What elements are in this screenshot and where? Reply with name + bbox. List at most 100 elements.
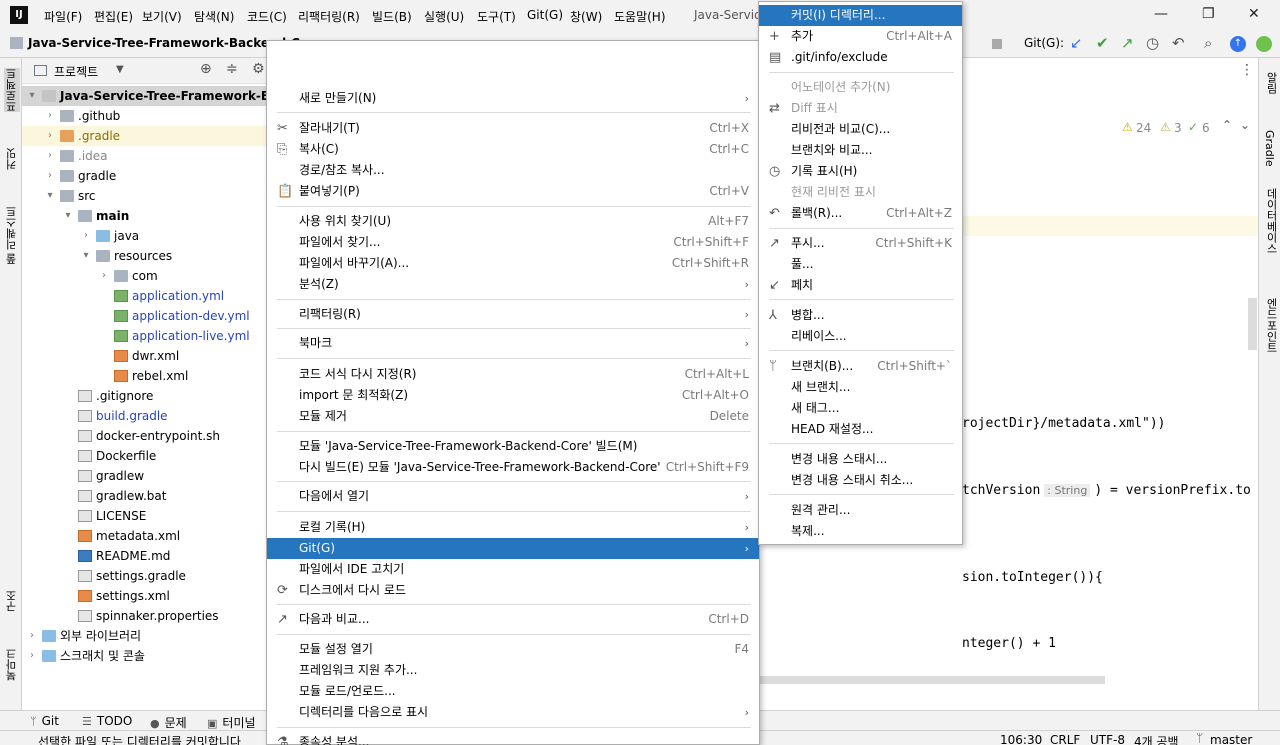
caret-position[interactable]: 106:30 bbox=[1000, 733, 1042, 745]
tree-item[interactable]: dwr.xml bbox=[22, 346, 266, 366]
menu-item[interactable]: 실행(U) bbox=[424, 8, 464, 25]
menu-item[interactable]: 디렉터리를 다음으로 표시 › bbox=[267, 702, 759, 723]
menu-item[interactable]: ⎘ 복사(C) Ctrl+C bbox=[267, 139, 759, 160]
chevron-right-icon[interactable]: › bbox=[44, 166, 56, 186]
typo-count[interactable]: 6 bbox=[1202, 121, 1210, 135]
menu-item[interactable]: 북마크 › bbox=[267, 333, 759, 354]
menu-item[interactable]: 풀... bbox=[759, 254, 962, 275]
chevron-right-icon[interactable]: › bbox=[44, 106, 56, 126]
menu-item[interactable]: 보기(V) bbox=[142, 8, 182, 25]
menu-item[interactable]: ↶ 롤백(R)... Ctrl+Alt+Z bbox=[759, 203, 962, 224]
tree-item[interactable]: › .gradle bbox=[22, 126, 266, 146]
stop-icon[interactable] bbox=[992, 39, 1002, 49]
breadcrumb-project[interactable]: Java-Service-Tree-Framework-Backend-C bbox=[28, 36, 300, 50]
menu-item[interactable]: 프레임워크 지원 추가... bbox=[267, 660, 759, 681]
menu-item[interactable]: 도움말(H) bbox=[614, 8, 666, 25]
menu-item[interactable]: 다음에서 열기 › bbox=[267, 486, 759, 507]
menu-item[interactable]: ✂ 잘라내기(T) Ctrl+X bbox=[267, 118, 759, 139]
menu-item[interactable]: 편집(E) bbox=[94, 8, 133, 25]
search-icon[interactable]: ⌕ bbox=[1204, 34, 1212, 52]
menu-item[interactable]: 파일(F) bbox=[44, 8, 82, 25]
menu-item[interactable]: ↗ 푸시... Ctrl+Shift+K bbox=[759, 233, 962, 254]
chevron-right-icon[interactable]: › bbox=[44, 146, 56, 166]
menu-item[interactable]: import 문 최적화(Z) Ctrl+Alt+O bbox=[267, 385, 759, 406]
rollback-icon[interactable]: ↶ bbox=[1172, 34, 1185, 52]
tree-item[interactable]: › .idea bbox=[22, 146, 266, 166]
menu-item[interactable]: 빌드(B) bbox=[372, 8, 412, 25]
tree-item[interactable]: build.gradle bbox=[22, 406, 266, 426]
tree-item[interactable]: rebel.xml bbox=[22, 366, 266, 386]
menu-item[interactable]: 파일에서 찾기... Ctrl+Shift+F bbox=[267, 232, 759, 253]
tool-tab-endpoints[interactable]: 엔드포인트 bbox=[1263, 298, 1279, 353]
menu-item[interactable]: 복제... bbox=[759, 521, 962, 542]
menu-item[interactable]: 모듈 로드/언로드... bbox=[267, 681, 759, 702]
chevron-down-icon[interactable]: ▾ bbox=[26, 86, 38, 106]
tree-item[interactable]: › .github bbox=[22, 106, 266, 126]
tree-item[interactable]: README.md bbox=[22, 546, 266, 566]
menu-item[interactable]: 원격 관리... bbox=[759, 500, 962, 521]
vertical-scrollbar[interactable] bbox=[1248, 298, 1257, 350]
menu-item[interactable]: 파일에서 바꾸기(A)... Ctrl+Shift+R bbox=[267, 253, 759, 274]
menu-item[interactable]: Git(G) › bbox=[267, 538, 759, 559]
tool-tab-commit[interactable]: 커밋 bbox=[4, 148, 20, 170]
horizontal-scrollbar[interactable] bbox=[760, 676, 1105, 684]
menu-item[interactable]: HEAD 재설정... bbox=[759, 419, 962, 440]
menu-item[interactable]: 다시 빌드(E) 모듈 'Java-Service-Tree-Framework… bbox=[267, 457, 759, 478]
chevron-right-icon[interactable]: › bbox=[26, 626, 38, 646]
plugin-icon[interactable] bbox=[1256, 36, 1272, 52]
menu-item[interactable]: 커밋(I) 디렉터리... bbox=[759, 5, 962, 26]
menu-item[interactable]: 리베이스... bbox=[759, 326, 962, 347]
chevron-right-icon[interactable]: › bbox=[26, 646, 38, 666]
menu-item[interactable]: 리팩터링(R) bbox=[298, 8, 360, 25]
git-branch[interactable]: master bbox=[1210, 733, 1252, 745]
menu-item[interactable]: 📋 붙여넣기(P) Ctrl+V bbox=[267, 181, 759, 202]
update-ide-icon[interactable]: ↑ bbox=[1230, 36, 1246, 52]
menu-item[interactable]: ▤ .git/info/exclude bbox=[759, 47, 962, 68]
tree-item[interactable]: › 스크래치 및 콘솔 bbox=[22, 646, 266, 666]
tree-item[interactable]: spinnaker.properties bbox=[22, 606, 266, 626]
close-icon[interactable]: ✕ bbox=[1248, 6, 1260, 22]
menu-item[interactable]: ⚗ 종속성 분석... bbox=[267, 732, 759, 745]
menu-item[interactable]: 모듈 제거 Delete bbox=[267, 406, 759, 427]
tool-tab-database[interactable]: 데이터베이스 bbox=[1263, 188, 1279, 254]
menu-item[interactable]: ⟳ 디스크에서 다시 로드 bbox=[267, 580, 759, 601]
git-update-icon[interactable]: ↙ bbox=[1070, 34, 1083, 52]
tool-window-tab[interactable]: ● 문제 bbox=[150, 714, 187, 731]
tree-item[interactable]: › com bbox=[22, 266, 266, 286]
tree-item[interactable]: application.yml bbox=[22, 286, 266, 306]
chevron-up-icon[interactable]: ⌃ bbox=[1222, 118, 1232, 132]
menu-item[interactable]: 브랜치와 비교... bbox=[759, 140, 962, 161]
tree-item[interactable]: › gradle bbox=[22, 166, 266, 186]
code-line[interactable]: sion.toInteger()){ bbox=[962, 570, 1258, 585]
target-icon[interactable]: ⊕ bbox=[200, 61, 212, 77]
tree-item[interactable]: application-dev.yml bbox=[22, 306, 266, 326]
tool-window-tab[interactable]: ᛘ Git bbox=[30, 714, 59, 728]
tree-item[interactable]: ▾ resources bbox=[22, 246, 266, 266]
tree-item[interactable]: › 외부 라이브러리 bbox=[22, 626, 266, 646]
menu-item[interactable]: 경로/참조 복사... bbox=[267, 160, 759, 181]
menu-item[interactable]: 리비전과 비교(C)... bbox=[759, 119, 962, 140]
collapse-all-icon[interactable]: ≑ bbox=[226, 61, 238, 77]
project-panel-title[interactable]: 프로젝트 bbox=[54, 63, 98, 80]
tree-item[interactable]: docker-entrypoint.sh bbox=[22, 426, 266, 446]
tree-item[interactable]: settings.gradle bbox=[22, 566, 266, 586]
tree-item[interactable]: settings.xml bbox=[22, 586, 266, 606]
tree-item[interactable]: LICENSE bbox=[22, 506, 266, 526]
git-push-icon[interactable]: ↗ bbox=[1121, 34, 1134, 52]
tool-window-tab[interactable]: ▣ 터미널 bbox=[207, 714, 256, 731]
tree-item[interactable]: ▾ main bbox=[22, 206, 266, 226]
menu-item[interactable]: 코드(C) bbox=[247, 8, 287, 25]
chevron-down-icon[interactable]: ▾ bbox=[44, 186, 56, 206]
code-line[interactable]: rojectDir}/metadata.xml")) bbox=[962, 416, 1258, 431]
code-line[interactable]: tchVersion: String) = versionPrefix.to bbox=[962, 483, 1258, 498]
chevron-down-icon[interactable]: ▾ bbox=[62, 206, 74, 226]
menu-item[interactable]: 도구(T) bbox=[477, 8, 516, 25]
more-options-icon[interactable]: ⋮ bbox=[1240, 62, 1254, 78]
tree-item[interactable]: gradlew bbox=[22, 466, 266, 486]
git-commit-icon[interactable]: ✔ bbox=[1096, 34, 1109, 52]
chevron-down-icon[interactable]: ▾ bbox=[80, 246, 92, 266]
tree-item[interactable]: ▾ Java-Service-Tree-Framework-Backend-C bbox=[22, 86, 266, 106]
menu-item[interactable]: ᛘ 브랜치(B)... Ctrl+Shift+` bbox=[759, 356, 962, 377]
tree-item[interactable]: .gitignore bbox=[22, 386, 266, 406]
menu-item[interactable]: 로컬 기록(H) › bbox=[267, 517, 759, 538]
